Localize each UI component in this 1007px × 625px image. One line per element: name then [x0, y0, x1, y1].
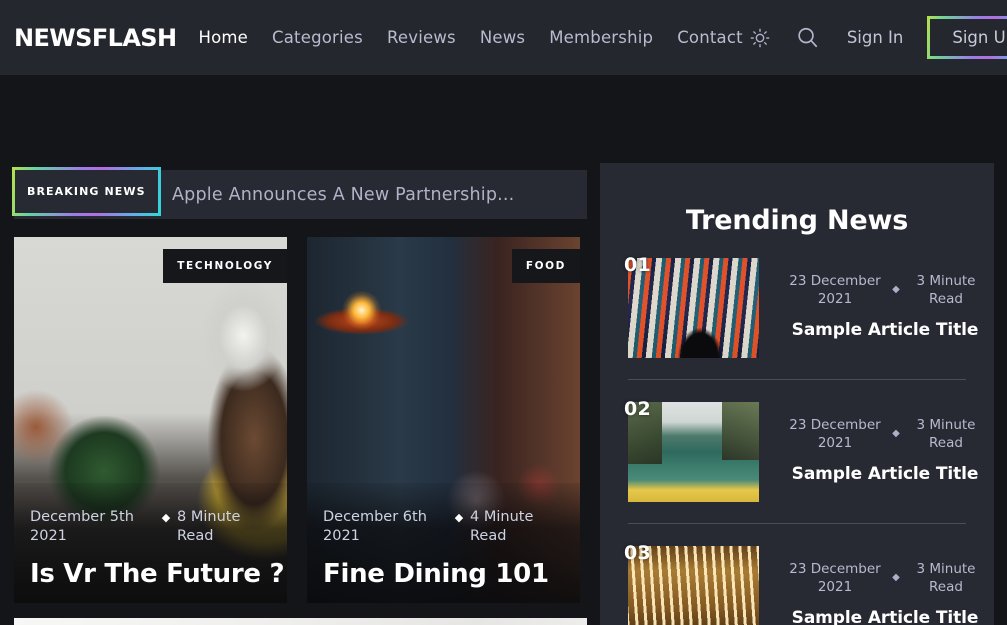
sign-up-button-label: Sign Up — [930, 19, 1007, 56]
feature-card-technology[interactable]: TECHNOLOGY December 5th 2021 ◆ 8 Minute … — [14, 237, 287, 603]
breaking-news-bar[interactable]: BREAKING NEWS Apple Announces A New Part… — [12, 167, 587, 219]
feature-card-headline[interactable]: Fine Dining 101 — [323, 559, 549, 589]
read-time: 4 Minute Read — [470, 509, 534, 544]
trending-item[interactable]: 02 23 December 2021 ◆ 3 Minute Read Samp… — [600, 398, 994, 502]
category-tag[interactable]: FOOD — [511, 249, 580, 283]
read-time: 3 Minute Read — [916, 273, 976, 307]
trending-item-headline[interactable]: Sample Article Title — [789, 320, 981, 340]
trending-item-body: 23 December 2021 ◆ 3 Minute Read Sample … — [759, 402, 981, 484]
diamond-separator-icon: ◆ — [892, 284, 900, 295]
site-logo[interactable]: NEWSFLASH — [14, 24, 177, 52]
main-navigation: Home Categories Reviews News Membership … — [186, 28, 754, 47]
nav-item-news[interactable]: News — [468, 28, 537, 47]
sign-up-button[interactable]: Sign Up — [927, 16, 1007, 59]
nav-item-membership[interactable]: Membership — [537, 28, 665, 47]
trending-item-headline[interactable]: Sample Article Title — [789, 464, 981, 484]
trending-item-meta: 23 December 2021 ◆ 3 Minute Read — [789, 272, 981, 308]
publish-date: December 6th 2021 — [323, 509, 427, 544]
trending-item-meta: 23 December 2021 ◆ 3 Minute Read — [789, 560, 981, 596]
nav-item-categories[interactable]: Categories — [260, 28, 375, 47]
feature-card-health[interactable]: HEALTH — [14, 618, 587, 625]
feature-card-meta: December 6th 2021 ◆ 4 Minute Read — [323, 508, 560, 546]
trending-rank: 03 — [624, 542, 652, 564]
sun-icon[interactable] — [749, 27, 771, 49]
trending-item[interactable]: 03 23 December 2021 ◆ 3 Minute Read Samp… — [600, 542, 994, 625]
trending-item-body: 23 December 2021 ◆ 3 Minute Read Sample … — [759, 258, 981, 340]
breaking-news-headline[interactable]: Apple Announces A New Partnership... — [172, 185, 514, 205]
page-body: BREAKING NEWS Apple Announces A New Part… — [0, 75, 1007, 625]
trending-item[interactable]: 01 23 December 2021 ◆ 3 Minute Read Samp… — [600, 254, 994, 358]
feature-card-image — [14, 618, 587, 625]
read-time: 3 Minute Read — [916, 561, 976, 595]
publish-date: 23 December 2021 — [789, 273, 881, 307]
feature-card-meta: December 5th 2021 ◆ 8 Minute Read — [30, 508, 267, 546]
diamond-separator-icon: ◆ — [892, 428, 900, 439]
trending-rank: 01 — [624, 254, 652, 276]
read-time: 8 Minute Read — [177, 509, 241, 544]
trending-news-panel: Trending News 01 23 December 2021 ◆ 3 Mi… — [600, 163, 994, 625]
feature-card-food[interactable]: FOOD December 6th 2021 ◆ 4 Minute Read F… — [307, 237, 580, 603]
trending-item-headline[interactable]: Sample Article Title — [789, 608, 981, 625]
publish-date: 23 December 2021 — [789, 561, 881, 595]
publish-date: 23 December 2021 — [789, 417, 881, 451]
trending-rank: 02 — [624, 398, 652, 420]
divider — [628, 379, 966, 380]
breaking-news-badge[interactable]: BREAKING NEWS — [12, 167, 161, 216]
read-time: 3 Minute Read — [916, 417, 976, 451]
trending-item-meta: 23 December 2021 ◆ 3 Minute Read — [789, 416, 981, 452]
trending-item-body: 23 December 2021 ◆ 3 Minute Read Sample … — [759, 546, 981, 625]
nav-item-home[interactable]: Home — [186, 28, 260, 47]
sign-in-link[interactable]: Sign In — [847, 28, 904, 47]
divider — [628, 523, 966, 524]
breaking-news-badge-label: BREAKING NEWS — [15, 170, 158, 213]
publish-date: December 5th 2021 — [30, 509, 134, 544]
search-icon[interactable] — [795, 25, 820, 50]
nav-item-reviews[interactable]: Reviews — [375, 28, 468, 47]
diamond-separator-icon: ◆ — [892, 572, 900, 583]
nav-item-contact[interactable]: Contact — [665, 28, 755, 47]
diamond-separator-icon: ◆ — [161, 511, 171, 524]
site-header: NEWSFLASH Home Categories Reviews News M… — [0, 0, 1007, 75]
category-tag[interactable]: TECHNOLOGY — [163, 249, 287, 283]
diamond-separator-icon: ◆ — [454, 511, 464, 524]
trending-news-title: Trending News — [685, 205, 909, 236]
feature-card-headline[interactable]: Is Vr The Future ? — [30, 559, 285, 589]
